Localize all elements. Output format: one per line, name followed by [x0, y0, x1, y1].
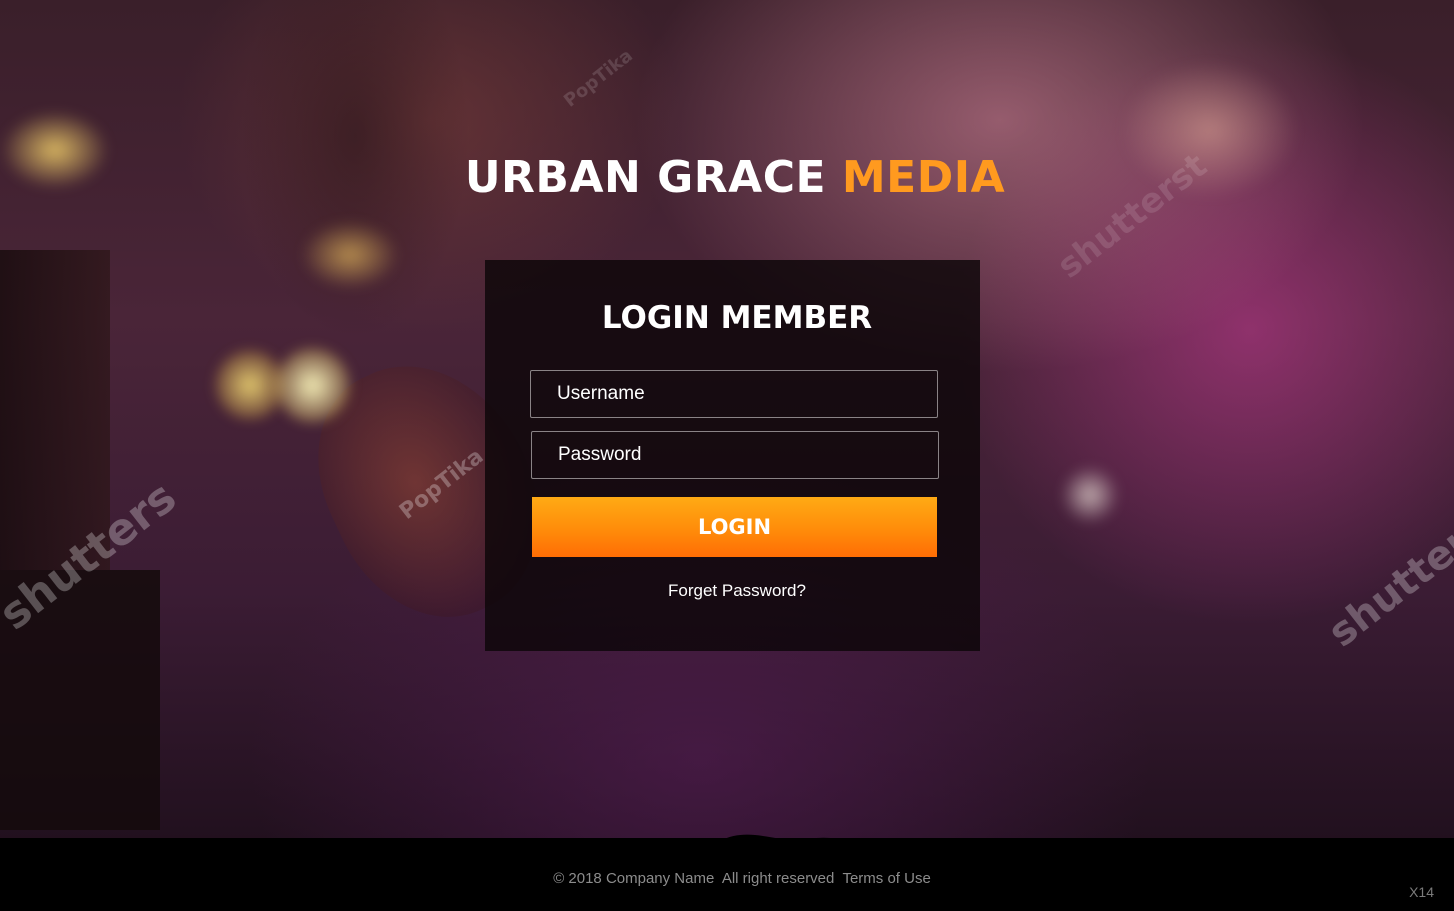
username-input[interactable]: [530, 370, 938, 418]
background-stage-photo: PopTika PopTika shutters shutters shutte…: [0, 0, 1454, 911]
corner-tag: X14: [1409, 884, 1434, 900]
watermark-shutterstock: shutters: [1320, 503, 1454, 657]
login-title: LOGIN MEMBER: [601, 300, 873, 336]
brand-name-primary: URBAN GRACE: [464, 152, 827, 203]
terms-of-use-link[interactable]: Terms of Use: [842, 870, 930, 887]
bokeh-light: [1060, 465, 1120, 525]
forgot-password-link[interactable]: Forget Password?: [485, 581, 989, 601]
footer-text: © 2018 Company Name All right reserved T…: [0, 870, 1454, 887]
watermark-poptika: PopTika: [560, 45, 637, 112]
bokeh-light: [300, 220, 400, 290]
footer-copyright: © 2018 Company Name All right reserved: [553, 870, 843, 887]
login-button[interactable]: LOGIN: [532, 497, 937, 557]
password-input[interactable]: [531, 431, 939, 479]
brand-title: URBAN GRACE MEDIA: [0, 152, 1454, 203]
bokeh-light: [275, 348, 350, 423]
brand-name-accent: MEDIA: [841, 152, 1006, 203]
